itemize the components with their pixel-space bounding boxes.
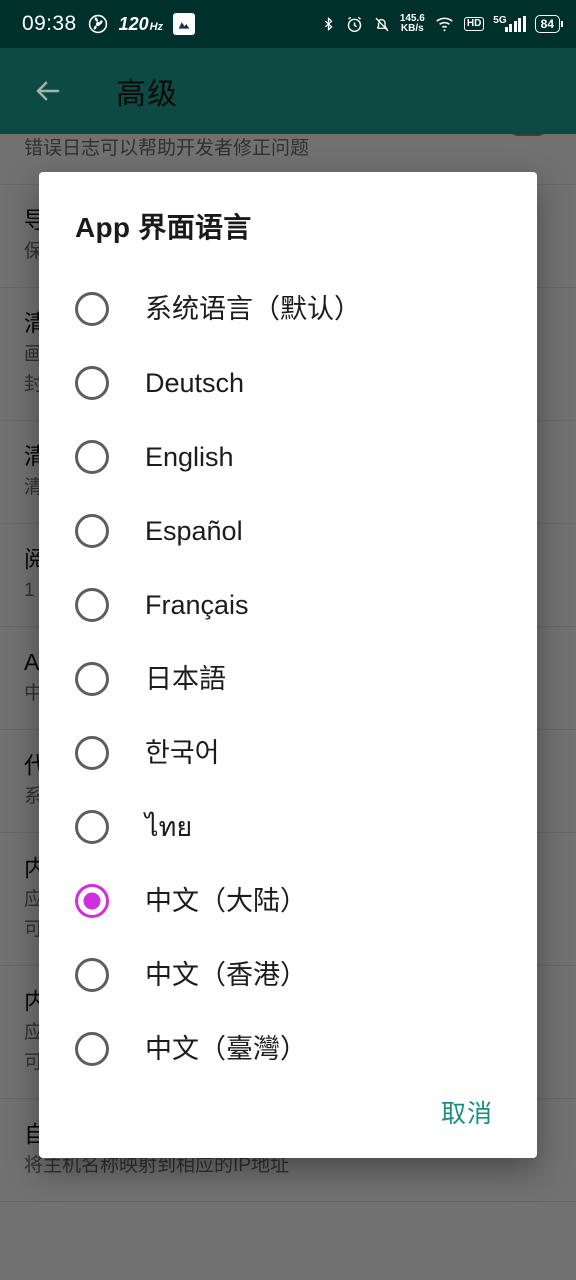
dialog-actions: 取消 (39, 1086, 537, 1158)
language-option-label: Français (145, 590, 249, 620)
language-option-korean[interactable]: 한국어 (39, 716, 537, 790)
fan-icon (87, 13, 109, 35)
language-option-label: 日本語 (145, 664, 226, 694)
language-option-label: Deutsch (145, 368, 245, 398)
radio-button-icon[interactable] (75, 514, 109, 548)
dialog-title: App 界面语言 (75, 212, 252, 243)
app-badge-icon (173, 13, 196, 35)
language-option-japanese[interactable]: 日本語 (39, 642, 537, 716)
radio-button-icon[interactable] (75, 736, 109, 770)
language-option-chinese-taiwan[interactable]: 中文（臺灣） (39, 1012, 537, 1086)
arrow-left-icon (36, 81, 60, 101)
language-option-system[interactable]: 系统语言（默认） (39, 272, 537, 346)
radio-button-icon[interactable] (75, 810, 109, 844)
status-clock: 09:38 (22, 12, 77, 35)
network-type-label: 5G (493, 15, 507, 26)
language-option-chinese-mainland[interactable]: 中文（大陆） (39, 864, 537, 938)
language-option-english[interactable]: English (39, 420, 537, 494)
bluetooth-icon (321, 14, 336, 34)
page-title: 高级 (116, 78, 178, 111)
language-option-list: 系统语言（默认） Deutsch English Español Françai… (39, 264, 537, 1086)
language-option-francais[interactable]: Français (39, 568, 537, 642)
language-option-label: 中文（臺灣） (145, 1034, 307, 1064)
radio-button-selected-icon[interactable] (75, 884, 109, 918)
network-speed-unit: KB/s (400, 23, 424, 34)
phone-screen: 错误日志可以帮助开发者修正问题 导出日志 保存日志到文件 清理缓存 画面缓存占用… (0, 0, 576, 1280)
refresh-rate-unit: Hz (149, 20, 164, 33)
language-option-label: ไทย (145, 812, 193, 842)
wifi-icon (434, 15, 455, 33)
notification-muted-icon (373, 15, 391, 34)
radio-button-icon[interactable] (75, 292, 109, 326)
language-option-label: 한국어 (145, 738, 220, 768)
language-option-deutsch[interactable]: Deutsch (39, 346, 537, 420)
language-option-label: 系统语言（默认） (145, 294, 361, 324)
app-bar: 高级 (0, 48, 576, 134)
cancel-button[interactable]: 取消 (431, 1086, 503, 1138)
hd-icon: HD (463, 17, 485, 31)
signal-bars-icon (504, 16, 526, 32)
status-bar: 09:38 120 Hz 145.6 KB/s HD 5G 84 (0, 0, 576, 48)
radio-button-icon[interactable] (75, 366, 109, 400)
radio-button-icon[interactable] (75, 958, 109, 992)
battery-indicator: 84 (534, 15, 560, 33)
language-option-label: English (145, 442, 234, 472)
network-speed-indicator: 145.6 KB/s (400, 14, 425, 34)
radio-button-icon[interactable] (75, 440, 109, 474)
language-option-chinese-hongkong[interactable]: 中文（香港） (39, 938, 537, 1012)
language-option-espanol[interactable]: Español (39, 494, 537, 568)
language-dialog: App 界面语言 系统语言（默认） Deutsch English Españo… (39, 172, 537, 1158)
language-option-thai[interactable]: ไทย (39, 790, 537, 864)
language-option-label: Español (145, 516, 243, 546)
refresh-rate-value: 120 (118, 13, 149, 34)
status-bar-left: 09:38 120 Hz (22, 12, 196, 36)
language-option-label: 中文（香港） (145, 960, 307, 990)
radio-button-icon[interactable] (75, 662, 109, 696)
back-button[interactable] (24, 67, 72, 115)
radio-button-icon[interactable] (75, 1032, 109, 1066)
language-option-label: 中文（大陆） (145, 886, 307, 916)
status-bar-right: 145.6 KB/s HD 5G 84 (321, 14, 560, 34)
refresh-rate-indicator: 120 Hz (119, 14, 164, 35)
radio-button-icon[interactable] (75, 588, 109, 622)
alarm-icon (345, 15, 364, 34)
